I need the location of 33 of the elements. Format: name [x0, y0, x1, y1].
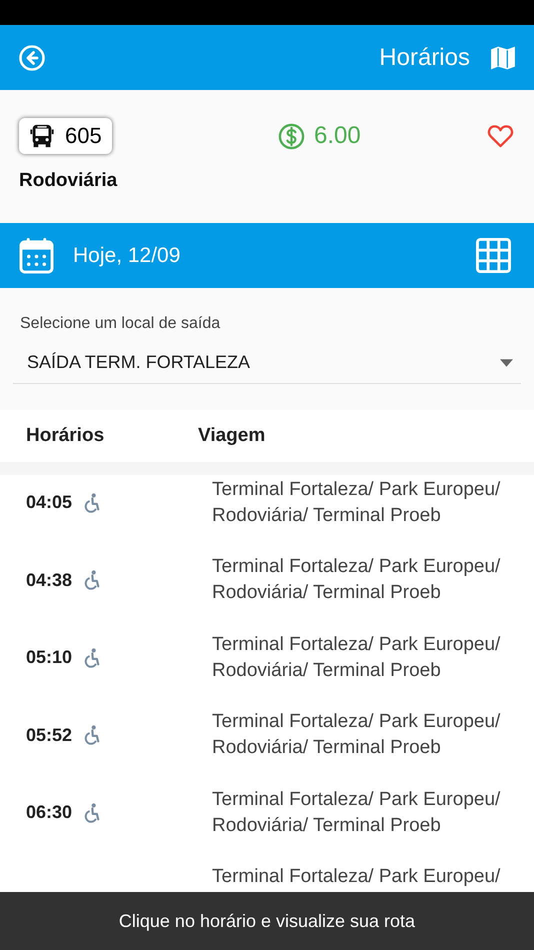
departure-dropdown[interactable]: SAÍDA TERM. FORTALEZA	[13, 346, 521, 384]
departure-time: 05:52	[26, 724, 72, 746]
grid-icon[interactable]	[476, 238, 511, 273]
fare-price: 6.00	[314, 122, 361, 150]
bus-icon	[29, 123, 55, 149]
date-label: Hoje, 12/09	[73, 244, 180, 268]
heart-icon[interactable]	[487, 124, 514, 148]
departure-time: 06:30	[26, 802, 72, 824]
destination-name: Rodoviária	[19, 170, 118, 192]
schedule-row[interactable]: 04:38 Terminal Fortaleza/ Park Europeu/ Rodoviária/ Terminal Proeb	[0, 552, 534, 630]
departure-time: 05:10	[26, 647, 72, 668]
map-icon[interactable]	[490, 44, 516, 70]
back-icon[interactable]	[18, 44, 46, 72]
line-number: 605	[65, 123, 102, 149]
schedule-row[interactable]: 06:30 Terminal Fortaleza/ Park Europeu/ Rodoviária/ Terminal Proeb	[0, 785, 534, 862]
dropdown-arrow-icon	[500, 358, 513, 366]
calendar-icon[interactable]	[19, 237, 54, 274]
field-label: Selecione um local de saída	[20, 315, 220, 333]
trip-route: Terminal Fortaleza/ Park Europeu/ Rodoviária/ Terminal Proeb	[212, 788, 502, 838]
column-header: Horários	[26, 425, 104, 447]
schedule-row[interactable]: 05:52 Terminal Fortaleza/ Park Europeu/ Rodoviária/ Terminal Proeb	[0, 708, 534, 785]
trip-route: Terminal Fortaleza/ Park Europeu/ Rodoviária/ Terminal Proeb	[212, 478, 502, 528]
schedule-row[interactable]: 05:10 Terminal Fortaleza/ Park Europeu/ Rodoviária/ Terminal Proeb	[0, 630, 534, 708]
dollar-icon	[278, 122, 305, 150]
trip-route: Terminal Fortaleza/ Park Europeu/ Rodoviária/ Terminal Proeb	[212, 710, 502, 760]
trip-route: Terminal Fortaleza/ Park Europeu/ Rodoviária/ Terminal Proeb	[212, 555, 502, 606]
schedule-row[interactable]: 04:05 Terminal Fortaleza/ Park Europeu/ Rodoviária/ Terminal Proeb	[0, 475, 534, 552]
snackbar-message: Clique no horário e visualize sua rota	[118, 910, 416, 932]
column-header: Viagem	[198, 425, 266, 447]
screen-title: Horários	[379, 44, 470, 72]
trip-route: Terminal Fortaleza/ Park Europeu/ Rodoviária/ Terminal Proeb	[212, 632, 502, 683]
departure-time: 04:05	[26, 492, 72, 514]
departure-time: 04:38	[26, 570, 72, 591]
